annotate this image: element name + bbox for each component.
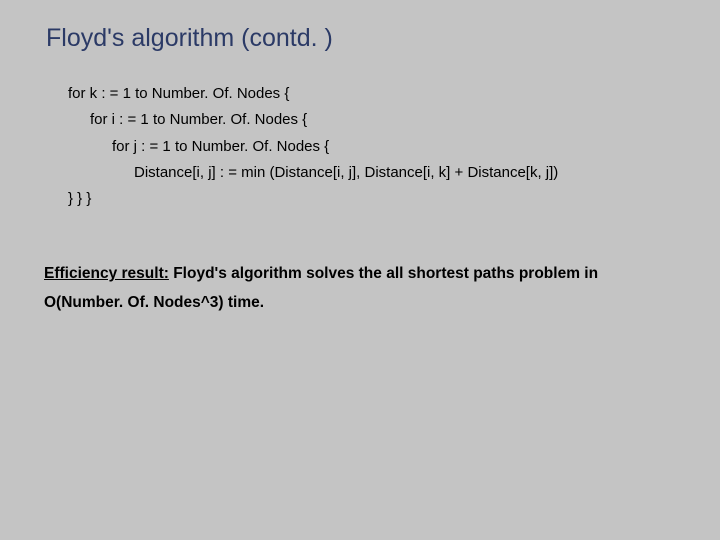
code-line-3: for j : = 1 to Number. Of. Nodes { xyxy=(68,134,676,160)
efficiency-text-1: Floyd's algorithm solves the all shortes… xyxy=(169,265,598,282)
efficiency-paragraph: Efficiency result: Floyd's algorithm sol… xyxy=(44,260,676,317)
code-close-braces: } } } xyxy=(68,186,676,212)
slide-title: Floyd's algorithm (contd. ) xyxy=(46,24,676,53)
code-line-2: for i : = 1 to Number. Of. Nodes { xyxy=(68,107,676,133)
code-line-4: Distance[i, j] : = min (Distance[i, j], … xyxy=(68,160,676,186)
efficiency-label: Efficiency result: xyxy=(44,265,169,282)
pseudocode-block: for k : = 1 to Number. Of. Nodes { for i… xyxy=(68,81,676,212)
efficiency-line-2: O(Number. Of. Nodes^3) time. xyxy=(44,289,676,318)
code-line-1: for k : = 1 to Number. Of. Nodes { xyxy=(68,81,676,107)
slide: Floyd's algorithm (contd. ) for k : = 1 … xyxy=(0,0,720,540)
efficiency-line-1: Efficiency result: Floyd's algorithm sol… xyxy=(44,260,676,289)
